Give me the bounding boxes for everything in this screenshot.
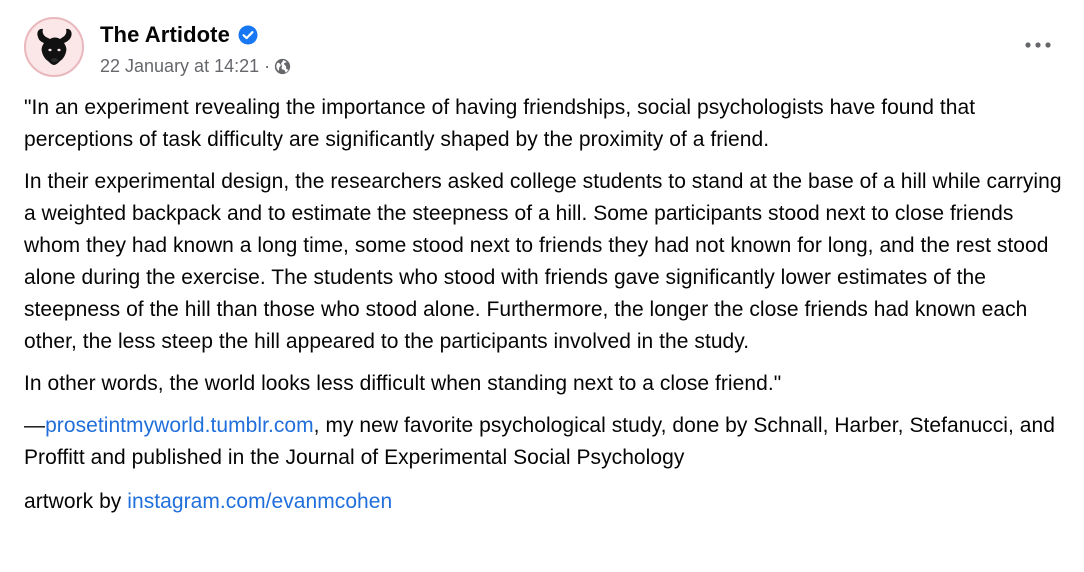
artist-link[interactable]: instagram.com/evanmcohen bbox=[127, 490, 392, 513]
page-avatar[interactable] bbox=[24, 17, 84, 77]
post-subline: 22 January at 14:21 · bbox=[100, 56, 291, 77]
post-paragraph-3: In other words, the world looks less dif… bbox=[24, 372, 782, 395]
name-row: The Artidote bbox=[100, 21, 291, 49]
post-meta: The Artidote 22 January at 14:21 · bbox=[100, 21, 291, 77]
post-header: The Artidote 22 January at 14:21 · bbox=[24, 17, 291, 83]
more-options-icon bbox=[1025, 42, 1051, 48]
post-paragraph-4: —prosetintmyworld.tumblr.com, my new fav… bbox=[24, 410, 1064, 474]
bull-logo-icon bbox=[37, 28, 72, 65]
source-link[interactable]: prosetintmyworld.tumblr.com bbox=[45, 414, 314, 437]
em-dash: — bbox=[24, 414, 46, 437]
post-paragraph-1: "In an experiment revealing the importan… bbox=[24, 96, 976, 151]
verified-badge-icon bbox=[238, 25, 258, 45]
artwork-credit-label: artwork by bbox=[24, 490, 128, 513]
separator-dot: · bbox=[264, 56, 271, 76]
post-body: "In an experiment revealing the importan… bbox=[24, 92, 1064, 528]
more-options-button[interactable] bbox=[1020, 33, 1056, 57]
post-paragraph-2: In their experimental design, the resear… bbox=[24, 170, 1062, 353]
post-timestamp-link[interactable]: 22 January at 14:21 bbox=[100, 56, 259, 77]
page-name-link[interactable]: The Artidote bbox=[100, 22, 230, 48]
globe-icon[interactable] bbox=[274, 58, 291, 75]
post-paragraph-5: artwork by instagram.com/evanmcohen bbox=[24, 486, 1064, 518]
facebook-post: The Artidote 22 January at 14:21 · "In a… bbox=[0, 0, 1084, 572]
